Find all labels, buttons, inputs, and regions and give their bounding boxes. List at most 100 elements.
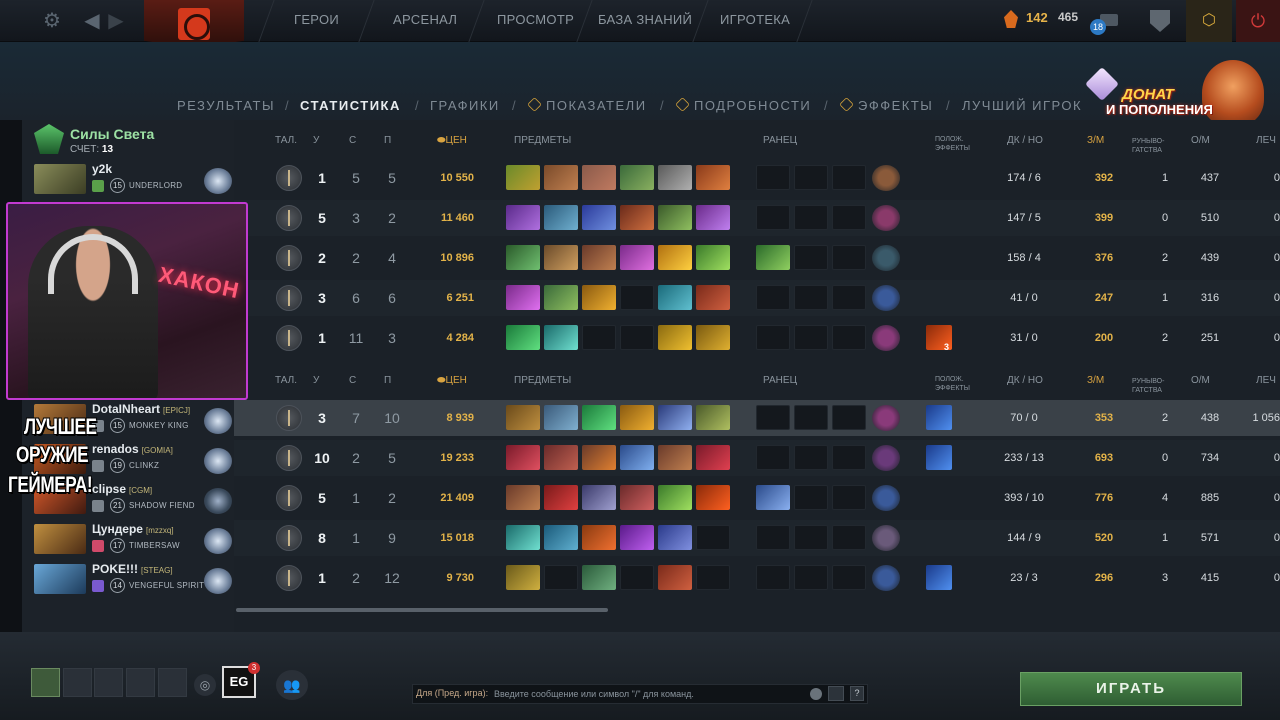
item-icon[interactable] — [658, 205, 692, 230]
forward-arrow-icon[interactable]: ▶ — [104, 9, 128, 33]
item-icon[interactable] — [582, 445, 616, 470]
item-icon[interactable] — [582, 245, 616, 270]
item-icon[interactable] — [582, 485, 616, 510]
neutral-item-icon[interactable] — [872, 165, 900, 191]
item-icon[interactable] — [582, 565, 616, 590]
neutral-item-icon[interactable] — [872, 205, 900, 231]
talent-tree-icon[interactable] — [276, 525, 302, 551]
item-icon[interactable] — [544, 285, 578, 310]
buff-icon[interactable] — [926, 405, 952, 430]
dota-plus-button[interactable]: ⬡ — [1186, 0, 1232, 42]
player-row-tsundere[interactable]: Цундере [mzzxq] 17 TIMBERSAW — [34, 522, 234, 560]
party-slot-empty[interactable] — [63, 668, 92, 697]
item-icon[interactable] — [506, 205, 540, 230]
tab-results[interactable]: РЕЗУЛЬТАТЫ — [177, 98, 275, 113]
talent-tree-icon[interactable] — [276, 245, 302, 271]
player-stats-row[interactable]: 1 5 5 10 550 174 / 6 392 1 437 0 — [234, 160, 1280, 196]
talent-tree-icon[interactable] — [276, 325, 302, 351]
tab-best-player[interactable]: ЛУЧШИЙ ИГРОК — [962, 98, 1082, 113]
talent-tree-icon[interactable] — [276, 405, 302, 431]
item-icon[interactable] — [544, 405, 578, 430]
player-stats-row[interactable]: 10 2 5 19 233 233 / 13 693 0 734 0 — [234, 440, 1280, 476]
item-icon[interactable] — [506, 525, 540, 550]
item-icon[interactable] — [696, 485, 730, 510]
item-icon[interactable] — [506, 245, 540, 270]
item-icon[interactable] — [582, 165, 616, 190]
party-slot-empty[interactable] — [126, 668, 155, 697]
item-icon[interactable] — [506, 565, 540, 590]
item-icon[interactable] — [620, 445, 654, 470]
nav-learn[interactable]: БАЗА ЗНАНИЙ — [598, 12, 692, 27]
item-icon[interactable] — [544, 525, 578, 550]
help-button[interactable]: ? — [850, 686, 864, 701]
power-button[interactable]: ⏻ — [1236, 0, 1280, 42]
item-icon[interactable] — [582, 285, 616, 310]
voice-icon[interactable]: ◎ — [194, 674, 216, 696]
item-icon[interactable] — [658, 565, 692, 590]
emoji-icon[interactable] — [810, 688, 822, 700]
item-icon[interactable] — [658, 285, 692, 310]
chat-input[interactable] — [494, 685, 804, 703]
nav-armory[interactable]: АРСЕНАЛ — [393, 12, 457, 27]
talent-tree-icon[interactable] — [276, 485, 302, 511]
settings-gear-icon[interactable]: ⚙ — [40, 9, 64, 33]
item-icon[interactable] — [582, 525, 616, 550]
nav-watch[interactable]: ПРОСМОТР — [497, 12, 574, 27]
nav-heroes[interactable]: ГЕРОИ — [294, 12, 339, 27]
player-stats-row[interactable]: 5 3 2 11 460 147 / 5 399 0 510 0 — [234, 200, 1280, 236]
talent-tree-icon[interactable] — [276, 205, 302, 231]
player-stats-row[interactable]: 8 1 9 15 018 144 / 9 520 1 571 0 — [234, 520, 1280, 556]
item-icon[interactable] — [506, 285, 540, 310]
item-icon[interactable] — [696, 405, 730, 430]
item-icon[interactable] — [620, 165, 654, 190]
item-icon[interactable] — [620, 205, 654, 230]
player-stats-row[interactable]: 5 1 2 21 409 393 / 10 776 4 885 0 — [234, 480, 1280, 516]
item-icon[interactable] — [658, 485, 692, 510]
item-icon[interactable] — [620, 485, 654, 510]
item-icon[interactable] — [658, 245, 692, 270]
neutral-item-icon[interactable] — [872, 525, 900, 551]
item-icon[interactable] — [696, 285, 730, 310]
player-stats-row[interactable]: 1 2 12 9 730 23 / 3 296 3 415 0 — [234, 560, 1280, 596]
item-icon[interactable] — [620, 245, 654, 270]
buff-icon[interactable] — [926, 445, 952, 470]
tab-metrics[interactable]: ПОКАЗАТЕЛИ — [527, 97, 647, 113]
item-icon[interactable] — [506, 445, 540, 470]
item-icon[interactable] — [620, 525, 654, 550]
item-icon[interactable] — [696, 445, 730, 470]
item-icon[interactable] — [544, 445, 578, 470]
armory-shield-icon[interactable] — [1150, 10, 1170, 32]
item-icon[interactable] — [506, 165, 540, 190]
player-stats-row[interactable]: 3 7 10 8 939 70 / 0 353 2 438 1 056 — [234, 400, 1280, 436]
backpack-item-icon[interactable] — [756, 485, 790, 510]
neutral-item-icon[interactable] — [872, 285, 900, 311]
item-icon[interactable] — [582, 205, 616, 230]
neutral-item-icon[interactable] — [872, 485, 900, 511]
item-icon[interactable] — [620, 405, 654, 430]
player-row-y2k[interactable]: y2k 15 UNDERLORD — [34, 162, 234, 200]
party-slot-empty[interactable] — [94, 668, 123, 697]
neutral-item-icon[interactable] — [872, 405, 900, 431]
item-icon[interactable] — [658, 165, 692, 190]
neutral-item-icon[interactable] — [872, 565, 900, 591]
item-icon[interactable] — [696, 165, 730, 190]
notification-badge[interactable]: 18 — [1090, 19, 1106, 35]
talent-tree-icon[interactable] — [276, 165, 302, 191]
player-stats-row[interactable]: 2 2 4 10 896 158 / 4 376 2 439 0 — [234, 240, 1280, 276]
tab-details[interactable]: ПОДРОБНОСТИ — [675, 97, 811, 113]
buff-icon[interactable] — [926, 565, 952, 590]
item-icon[interactable] — [506, 485, 540, 510]
party-slot-self[interactable] — [31, 668, 60, 697]
player-stats-row[interactable]: 1 11 3 4 284 31 / 0 200 2 251 0 3 — [234, 320, 1280, 356]
back-arrow-icon[interactable]: ◀ — [80, 9, 104, 33]
talent-tree-icon[interactable] — [276, 445, 302, 471]
item-icon[interactable] — [658, 525, 692, 550]
player-stats-row[interactable]: 3 6 6 6 251 41 / 0 247 1 316 0 — [234, 280, 1280, 316]
player-row-poke[interactable]: POKE!!! [STEAG] 14 VENGEFUL SPIRIT — [34, 562, 234, 600]
talent-tree-icon[interactable] — [276, 565, 302, 591]
item-icon[interactable] — [544, 165, 578, 190]
item-icon[interactable] — [696, 245, 730, 270]
item-icon[interactable] — [544, 325, 578, 350]
horizontal-scrollbar[interactable] — [236, 608, 608, 612]
play-button[interactable]: ИГРАТЬ — [1020, 672, 1242, 706]
